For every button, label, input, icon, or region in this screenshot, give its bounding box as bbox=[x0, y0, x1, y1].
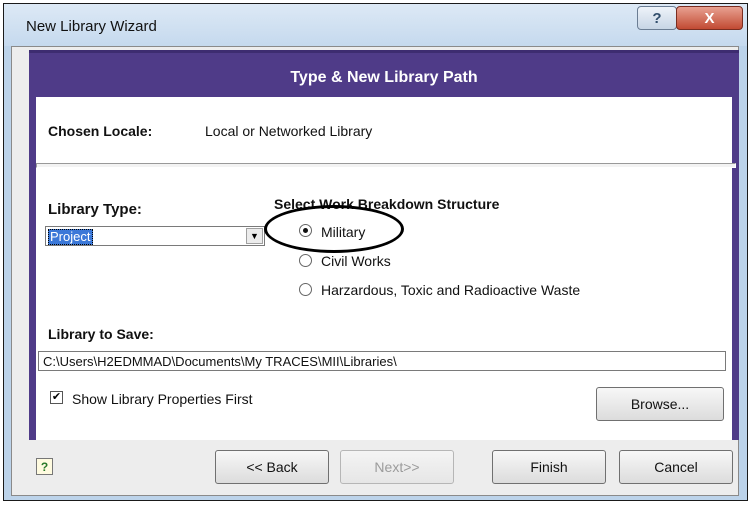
chosen-locale-label: Chosen Locale: bbox=[48, 123, 153, 139]
radio-htrw[interactable] bbox=[299, 283, 312, 296]
library-to-save-label: Library to Save: bbox=[48, 326, 154, 342]
browse-button[interactable]: Browse... bbox=[596, 387, 724, 421]
title-bar: New Library Wizard ? X bbox=[4, 4, 747, 46]
library-type-selected: Project bbox=[48, 229, 93, 245]
radio-htrw-label[interactable]: Harzardous, Toxic and Radioactive Waste bbox=[321, 282, 580, 298]
wizard-banner: Type & New Library Path bbox=[29, 50, 739, 98]
titlebar-help-button[interactable]: ? bbox=[637, 6, 677, 30]
chosen-locale-value: Local or Networked Library bbox=[205, 123, 373, 139]
radio-civil-works-label[interactable]: Civil Works bbox=[321, 253, 391, 269]
show-props-checkbox[interactable]: ✔ bbox=[50, 391, 63, 404]
highlight-oval-annotation bbox=[264, 205, 404, 253]
dialog-client: Type & New Library Path bbox=[11, 46, 739, 496]
wizard-step-title: Type & New Library Path bbox=[290, 69, 478, 86]
library-type-label: Library Type: bbox=[48, 201, 142, 218]
next-button[interactable]: Next>> bbox=[340, 450, 454, 484]
check-icon: ✔ bbox=[51, 391, 62, 403]
help-icon[interactable]: ? bbox=[36, 458, 53, 475]
back-button[interactable]: << Back bbox=[215, 450, 329, 484]
library-type-select[interactable]: Project ▼ bbox=[45, 226, 265, 246]
cancel-button[interactable]: Cancel bbox=[619, 450, 733, 484]
wizard-window: New Library Wizard ? X Type & New Librar… bbox=[3, 3, 748, 501]
radio-civil-works[interactable] bbox=[299, 254, 312, 267]
separator bbox=[36, 163, 736, 168]
close-button[interactable]: X bbox=[676, 6, 743, 30]
library-path-input[interactable] bbox=[38, 351, 726, 371]
finish-button[interactable]: Finish bbox=[492, 450, 606, 484]
chevron-down-icon[interactable]: ▼ bbox=[246, 228, 263, 244]
show-props-label[interactable]: Show Library Properties First bbox=[72, 391, 253, 407]
window-title: New Library Wizard bbox=[26, 18, 157, 35]
